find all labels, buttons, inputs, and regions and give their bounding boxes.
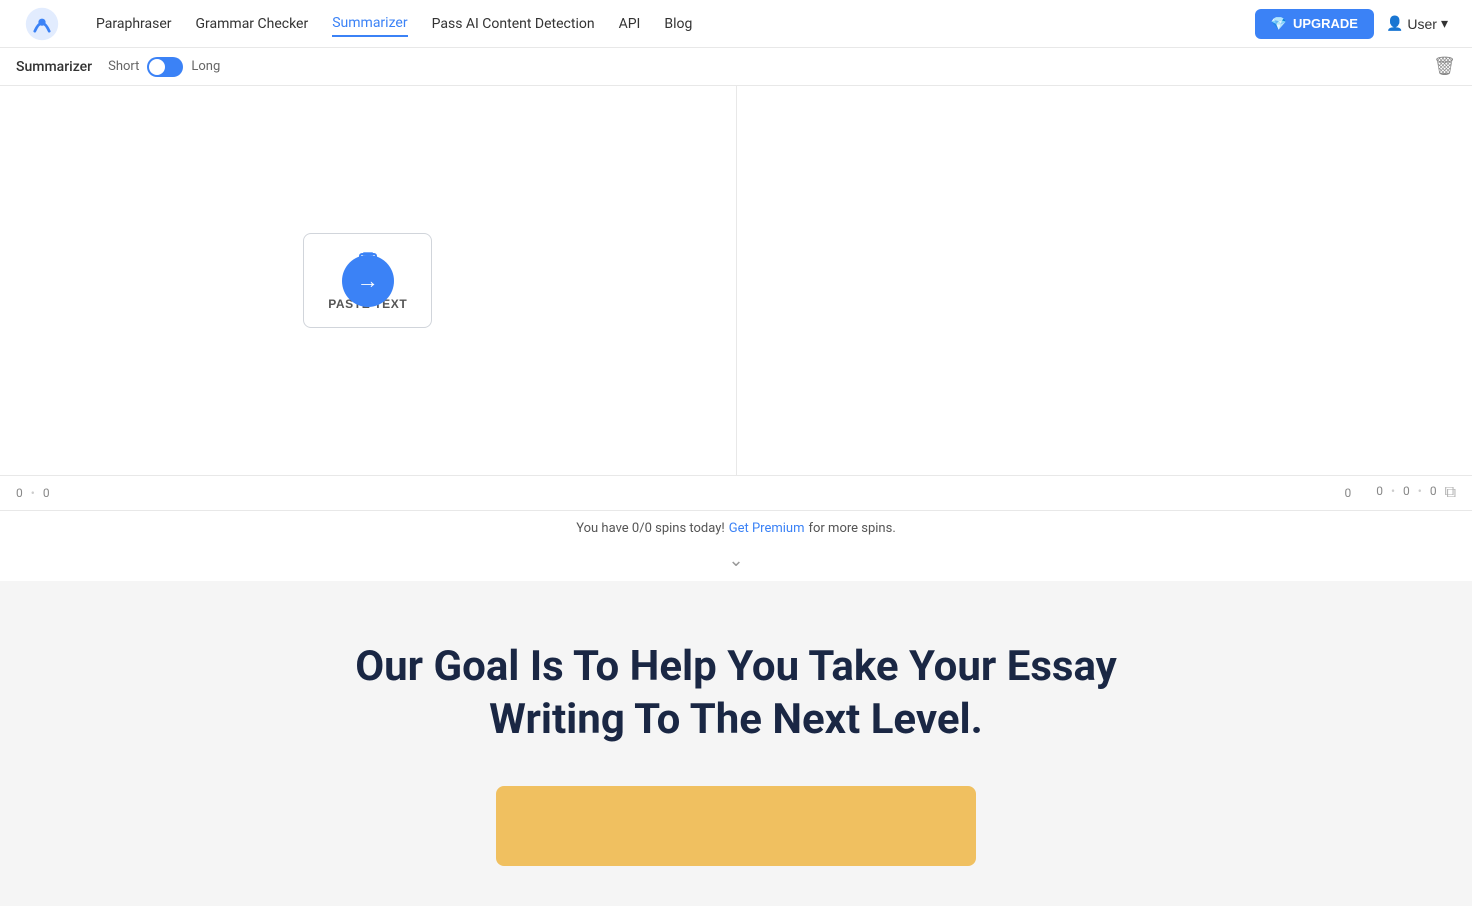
long-label: Long [191,59,220,74]
chevron-down-icon: ▾ [1441,15,1448,32]
trash-button[interactable]: 🗑 [1433,56,1456,77]
toolbar: Summarizer Short Long 🗑 [0,48,1472,86]
nav-pass-ai[interactable]: Pass AI Content Detection [432,12,595,36]
right-main-count: 0 [1344,486,1351,500]
dot-3: • [1418,484,1422,502]
editor-right-panel[interactable] [737,86,1472,475]
summarizer-label: Summarizer [16,59,92,75]
footer-left-counts: 0 • 0 [16,486,1344,500]
length-toggle-switch[interactable] [147,57,183,77]
editor-area: PASTE TEXT → [0,86,1472,476]
nav-links: Paraphraser Grammar Checker Summarizer P… [96,11,1255,37]
dot-2: • [1391,484,1395,502]
hero-section: Our Goal Is To Help You Take Your Essay … [0,581,1472,906]
hero-card [496,786,976,866]
chevron-icon: ⌄ [728,550,743,571]
run-arrow-icon: → [357,268,379,294]
editor-footer: 0 • 0 0 0 • 0 • 0 ⧉ [0,476,1472,511]
right-count-1: 0 [1376,484,1383,502]
user-icon: 👤 [1386,15,1403,32]
hero-title: Our Goal Is To Help You Take Your Essay … [336,641,1136,746]
nav-api[interactable]: API [619,12,641,36]
nav-paraphraser[interactable]: Paraphraser [96,12,172,36]
footer-mid-count: 0 [1344,486,1351,500]
right-count-3: 0 [1430,484,1437,502]
nav-grammar-checker[interactable]: Grammar Checker [196,12,309,36]
nav-right: 💎 UPGRADE 👤 User ▾ [1255,9,1448,39]
logo-icon [24,6,60,42]
length-toggle-group: Short Long [108,57,220,77]
upgrade-icon: 💎 [1271,16,1287,32]
get-premium-link[interactable]: Get Premium [729,521,805,536]
logo[interactable] [24,6,64,42]
user-label: User [1407,16,1437,32]
dot-1: • [31,486,35,500]
right-count-2: 0 [1403,484,1410,502]
upgrade-button[interactable]: 💎 UPGRADE [1255,9,1374,39]
navbar: Paraphraser Grammar Checker Summarizer P… [0,0,1472,48]
expand-chevron[interactable]: ⌄ [0,546,1472,581]
spins-bar: You have 0/0 spins today! Get Premium fo… [0,511,1472,546]
upgrade-label: UPGRADE [1293,16,1358,31]
left-word-count: 0 [16,486,23,500]
left-char-count: 0 [43,486,50,500]
spins-suffix: for more spins. [808,521,895,536]
user-button[interactable]: 👤 User ▾ [1386,15,1448,32]
run-button[interactable]: → [342,255,394,307]
nav-blog[interactable]: Blog [664,12,692,36]
spins-text: You have 0/0 spins today! [576,521,725,536]
copy-button[interactable]: ⧉ [1445,484,1456,502]
run-btn-container: → [0,86,736,475]
footer-right-counts: 0 • 0 • 0 ⧉ [1376,484,1456,502]
editor-left-panel[interactable]: PASTE TEXT → [0,86,737,475]
nav-summarizer[interactable]: Summarizer [332,11,407,37]
short-label: Short [108,59,139,74]
